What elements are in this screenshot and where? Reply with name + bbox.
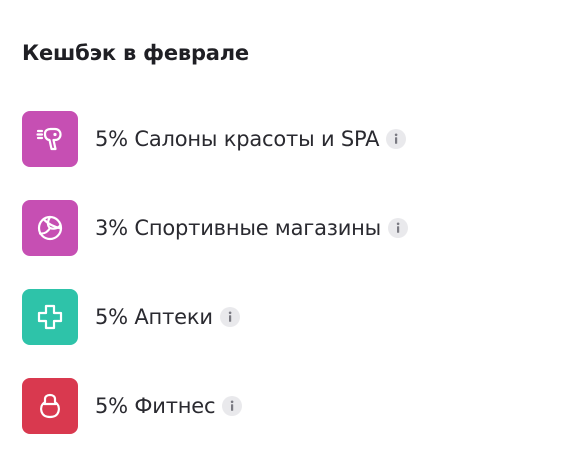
hair-dryer-icon [35,124,65,154]
info-icon[interactable] [388,218,409,238]
category-tile [22,111,78,167]
category-label: 3% Спортивные магазины [95,216,382,240]
cashback-category-sport-stores[interactable]: 3% Спортивные магазины [22,200,409,256]
cashback-panel: Кешбэк в феврале 5% Салоны красоты и SPA [0,0,570,450]
category-label: 5% Салоны красоты и SPA [95,127,380,151]
cashback-category-fitness[interactable]: 5% Фитнес [22,378,243,434]
kettlebell-icon [35,391,65,421]
info-icon[interactable] [386,129,407,149]
info-icon[interactable] [222,396,243,416]
cashback-category-beauty-spa[interactable]: 5% Салоны красоты и SPA [22,111,407,167]
medical-cross-icon [35,302,65,332]
cashback-category-pharmacies[interactable]: 5% Аптеки [22,289,240,345]
volleyball-icon [35,213,65,243]
section-title: Кешбэк в феврале [22,41,249,65]
info-icon[interactable] [219,307,240,327]
category-tile [22,289,78,345]
category-label: 5% Фитнес [95,394,216,418]
category-tile [22,378,78,434]
category-label: 5% Аптеки [95,305,213,329]
category-tile [22,200,78,256]
